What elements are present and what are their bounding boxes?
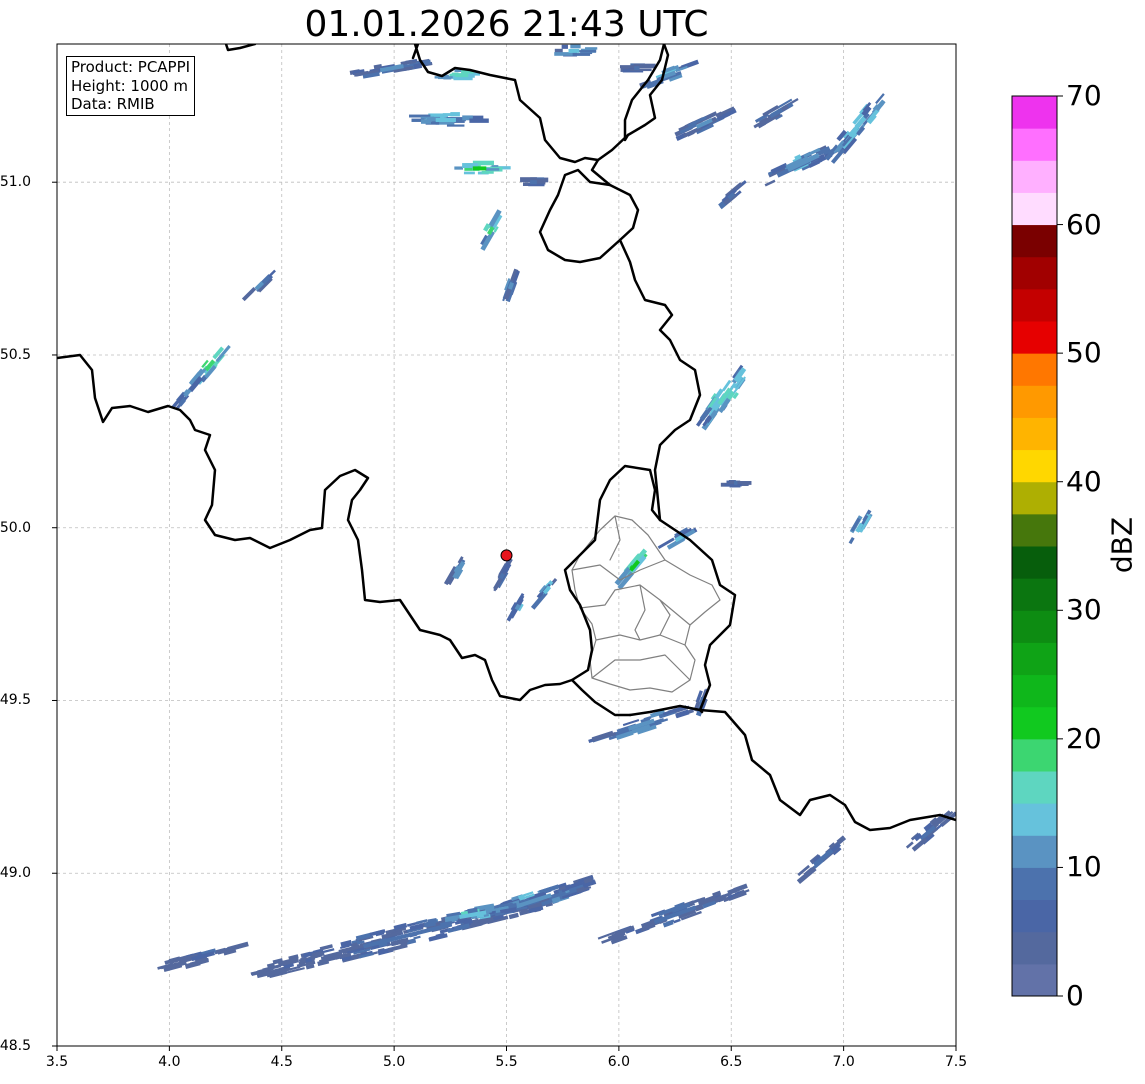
x-tick-label: 6.5: [720, 1054, 743, 1070]
echo-cell: [520, 177, 549, 187]
echo-cell: [502, 268, 520, 303]
x-tick-label: 4.5: [270, 1054, 293, 1070]
echo-cell: [597, 883, 750, 945]
colorbar-segment: [1012, 899, 1057, 933]
colorbar-tick-label: 40: [1066, 464, 1102, 498]
x-tick-label: 3.5: [45, 1054, 69, 1070]
colorbar-segment: [1012, 256, 1057, 290]
y-tick-label: 50.0: [0, 519, 31, 536]
echo-cell: [796, 835, 847, 885]
echo-cell: [530, 577, 558, 610]
colorbar-tick-label: 30: [1066, 593, 1102, 627]
colorbar-segment: [1012, 674, 1057, 708]
echo-cell: [409, 112, 489, 127]
x-tick-label: 4.0: [158, 1054, 181, 1070]
echo-cell: [157, 941, 249, 972]
echo-cell: [696, 364, 747, 431]
echo-cell: [753, 98, 799, 129]
y-tick-marks: [52, 181, 57, 1047]
echo-cell: [443, 556, 466, 586]
colorbar-segment: [1012, 128, 1057, 161]
colorbar-segment: [1012, 288, 1057, 322]
echo-cell: [454, 160, 511, 175]
border-belgium-france: [57, 353, 632, 717]
colorbar-segment: [1012, 610, 1057, 643]
colorbar-segment: [1012, 867, 1057, 901]
y-tick-label: 49.5: [0, 692, 31, 709]
echo-cell: [720, 480, 752, 488]
colorbar-tick-label: 10: [1066, 850, 1102, 884]
colorbar-segment: [1012, 513, 1057, 547]
y-tick-label: 50.5: [0, 346, 31, 363]
colorbar-tick-label: 20: [1066, 721, 1102, 755]
colorbar-segment: [1012, 481, 1057, 515]
info-data-source: Data: RMIB: [71, 95, 155, 113]
colorbar-segment: [1012, 835, 1057, 868]
radar-map: [52, 43, 1063, 1051]
echo-cell: [848, 509, 873, 545]
info-height: Height: 1000 m: [71, 76, 188, 95]
reflectivity-layer: [157, 44, 956, 979]
colorbar-segment: [1012, 546, 1057, 579]
x-tick-label: 6.0: [607, 1054, 631, 1070]
info-product: Product: PCAPPI: [71, 58, 191, 76]
x-tick-marks: [56, 1046, 957, 1051]
echo-cell: [824, 93, 886, 164]
colorbar-segment: [1012, 963, 1057, 997]
colorbar-segment: [1012, 321, 1057, 354]
colorbar-segment: [1012, 96, 1057, 129]
colorbar-segment: [1012, 578, 1057, 611]
colorbar-segment: [1012, 642, 1057, 676]
colorbar-label: dBZ: [1105, 516, 1139, 574]
x-tick-label: 5.0: [382, 1054, 406, 1070]
colorbar-segment: [1012, 449, 1057, 483]
colorbar-tick-label: 70: [1066, 79, 1102, 112]
echo-cell: [674, 106, 737, 142]
colorbar-segment: [1012, 160, 1057, 193]
colorbar-segment: [1012, 417, 1057, 451]
colorbar-segment: [1012, 771, 1057, 804]
colorbar-tick-label: 60: [1066, 207, 1102, 241]
radar-site-marker: [500, 549, 513, 562]
map-title: 01.01.2026 21:43 UTC: [304, 4, 709, 45]
echo-cell: [480, 209, 503, 251]
x-tick-label: 5.5: [495, 1054, 518, 1070]
border-belgium-germany: [590, 44, 702, 522]
echo-cell: [588, 705, 694, 744]
border-luxembourg-germany: [658, 518, 737, 714]
y-tick-label: 51.0: [0, 174, 31, 191]
echo-cell: [619, 63, 656, 73]
y-tick-label: 48.5: [0, 1038, 31, 1054]
colorbar-tick-label: 0: [1066, 979, 1084, 1012]
colorbar-segment: [1012, 706, 1057, 740]
border-belgium-netherlands: [224, 44, 622, 264]
colorbar-segment: [1012, 385, 1057, 418]
colorbar-segment: [1012, 353, 1057, 386]
echo-cell: [506, 592, 525, 622]
colorbar-segment: [1012, 931, 1057, 965]
lat-lon-grid: [56, 44, 957, 1047]
echo-cell: [718, 180, 747, 210]
y-tick-label: 49.0: [0, 865, 31, 882]
echo-cell: [493, 557, 513, 592]
echo-cell: [474, 874, 597, 926]
colorbar: [1012, 95, 1063, 997]
colorbar-segment: [1012, 738, 1057, 772]
border-belgium-luxembourg: [563, 464, 662, 682]
echo-cell: [188, 345, 231, 386]
border-france-germany: [628, 704, 956, 832]
colorbar-segment: [1012, 192, 1057, 226]
colorbar-segment: [1012, 803, 1057, 836]
colorbar-tick-label: 50: [1066, 336, 1102, 370]
info-box: Product: PCAPPI Height: 1000 m Data: RMI…: [66, 56, 196, 116]
colorbar-segment: [1012, 224, 1057, 258]
echo-cell: [171, 376, 203, 411]
x-tick-label: 7.5: [944, 1054, 968, 1070]
echo-cell: [241, 269, 276, 302]
x-tick-label: 7.0: [832, 1054, 855, 1070]
